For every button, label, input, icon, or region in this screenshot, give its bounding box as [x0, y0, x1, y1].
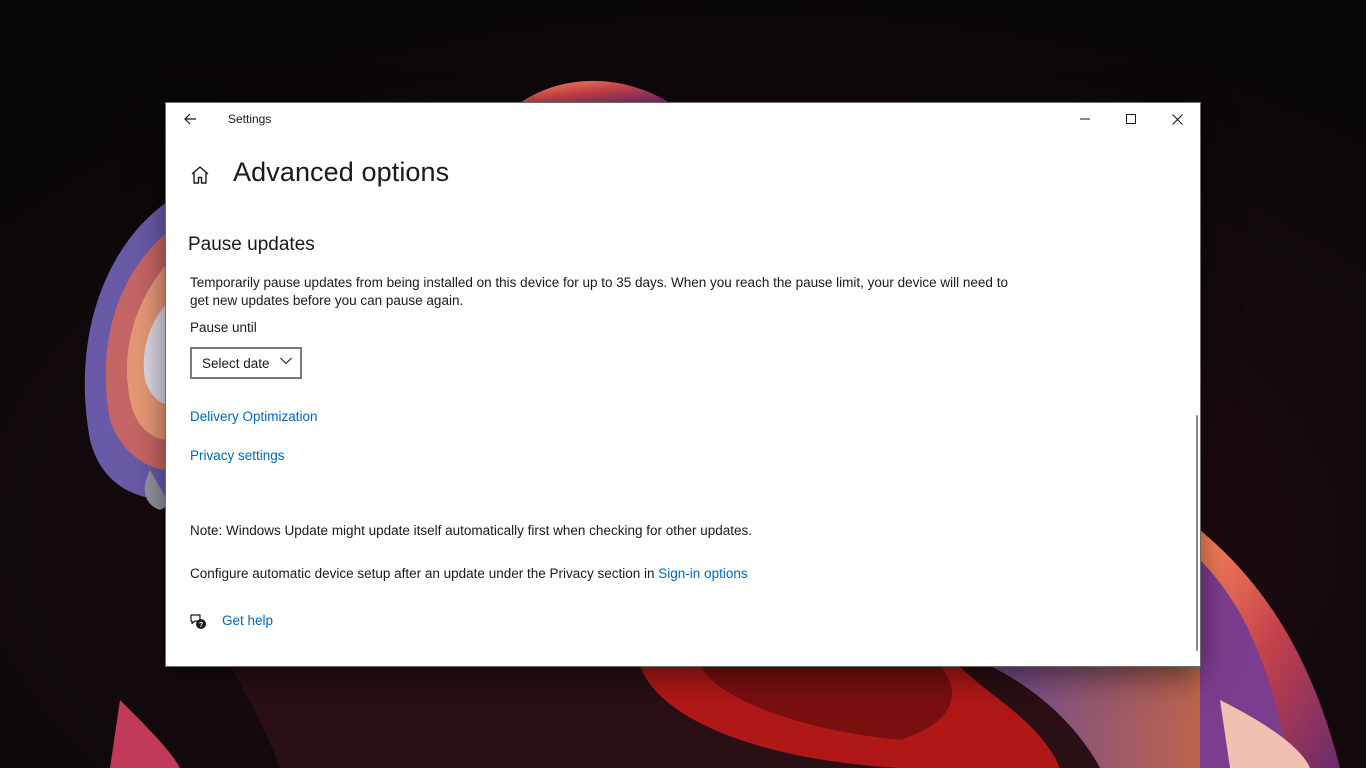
get-help-link[interactable]: Get help	[222, 613, 273, 628]
home-icon[interactable]	[188, 163, 212, 187]
note-text: Note: Windows Update might update itself…	[190, 523, 753, 538]
select-value: Select date	[202, 355, 270, 371]
close-icon	[1171, 113, 1183, 125]
back-arrow-icon	[184, 113, 196, 125]
delivery-optimization-link[interactable]: Delivery Optimization	[190, 409, 318, 424]
title-bar: Settings	[166, 103, 1200, 135]
svg-text:?: ?	[199, 622, 203, 629]
config-text: Configure automatic device setup after a…	[190, 566, 659, 581]
back-button[interactable]	[174, 103, 206, 135]
scrollbar[interactable]	[1196, 415, 1198, 651]
help-chat-icon: ?	[190, 614, 206, 629]
sign-in-options-link[interactable]: Sign-in options	[658, 566, 747, 581]
pause-updates-description: Temporarily pause updates from being ins…	[190, 275, 1008, 308]
minimize-icon	[1080, 118, 1090, 120]
page-title: Advanced options	[233, 157, 450, 187]
close-button[interactable]	[1154, 103, 1200, 135]
config-text-line: Configure automatic device setup after a…	[190, 566, 748, 581]
window-title: Settings	[228, 112, 272, 126]
chevron-down-icon	[280, 357, 292, 365]
minimize-button[interactable]	[1062, 103, 1108, 135]
maximize-button[interactable]	[1108, 103, 1154, 135]
maximize-icon	[1126, 114, 1136, 124]
pause-until-select[interactable]: Select date	[190, 347, 302, 379]
pause-until-label: Pause until	[190, 320, 257, 335]
privacy-settings-link[interactable]: Privacy settings	[190, 448, 285, 463]
section-heading-pause-updates: Pause updates	[188, 234, 315, 255]
settings-window: Settings Advanced options Pause updates …	[166, 103, 1200, 666]
